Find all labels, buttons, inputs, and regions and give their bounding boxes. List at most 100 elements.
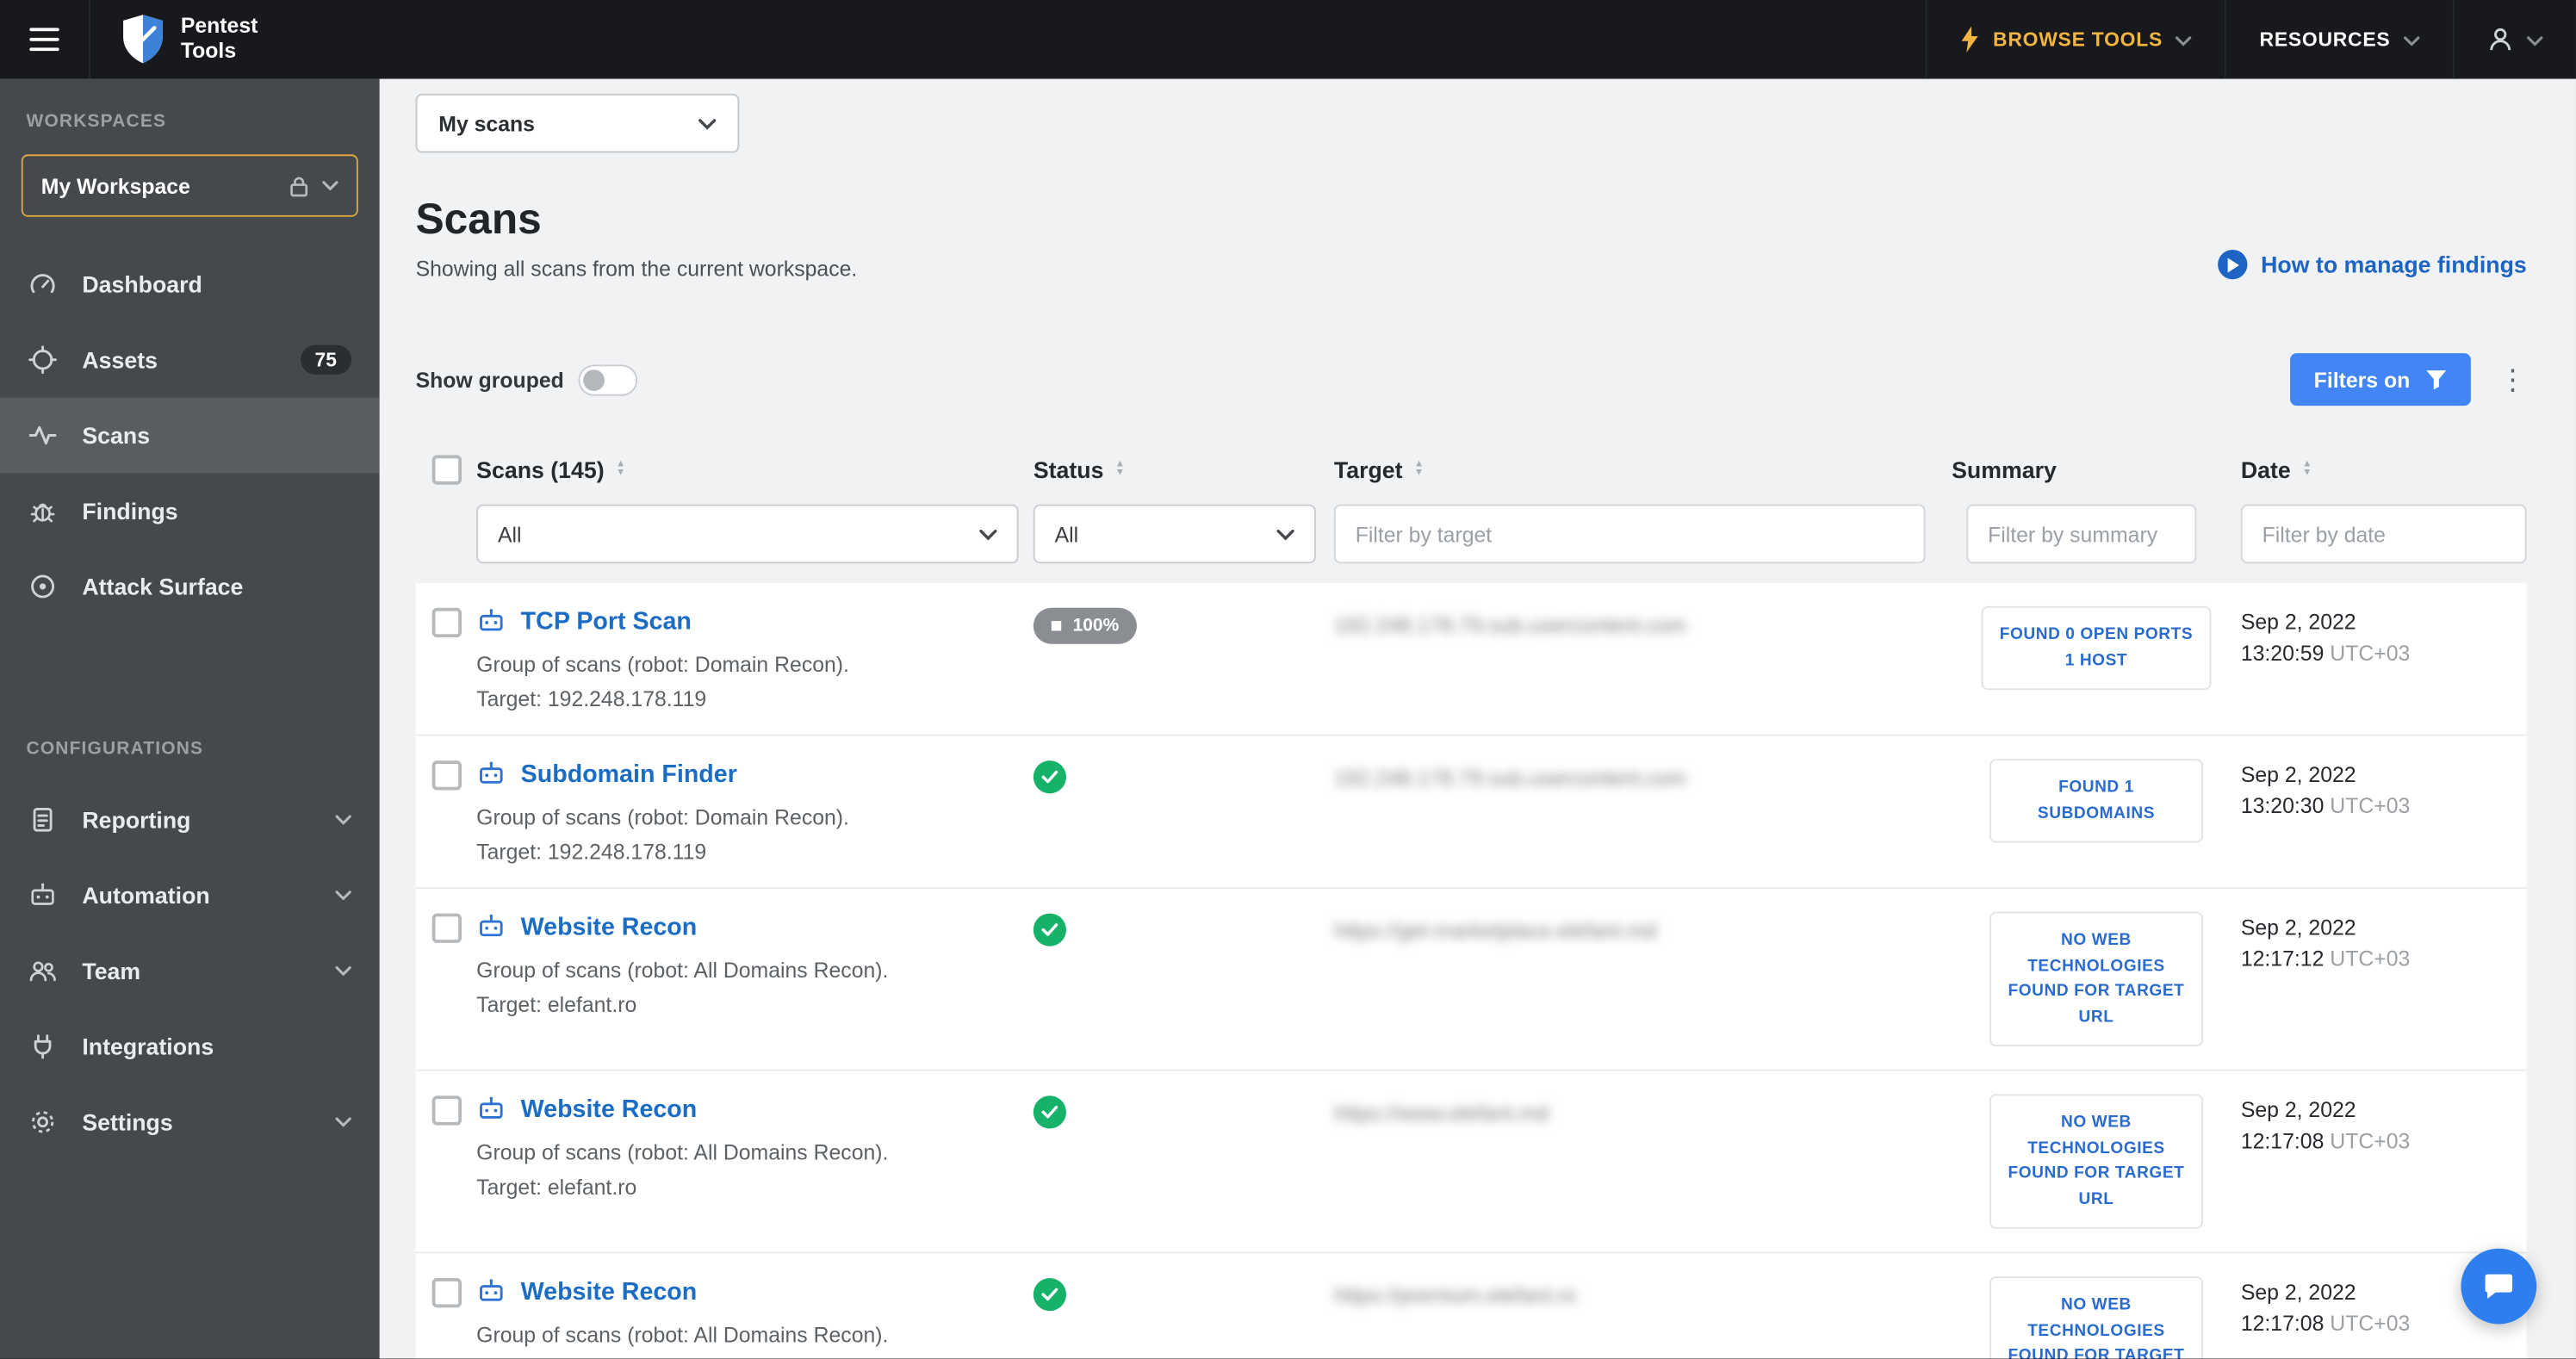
sidebar-item-label: Team (82, 958, 141, 984)
scan-cell: Subdomain Finder Group of scans (robot: … (476, 759, 1034, 864)
scan-name-link[interactable]: Website Recon (521, 1277, 698, 1305)
scan-table-row: Website Recon Group of scans (robot: All… (415, 888, 2527, 1071)
row-checkbox[interactable] (431, 760, 462, 791)
chevron-down-icon (322, 181, 338, 191)
scan-group-robot-icon (476, 606, 506, 636)
sort-icon[interactable]: ▲ ▼ (1115, 460, 1125, 478)
show-grouped-toggle[interactable] (578, 363, 638, 395)
sidebar-item-attack-surface[interactable]: Attack Surface (0, 549, 380, 624)
configurations-section-label: CONFIGURATIONS (26, 739, 204, 760)
dashboard-gauge-icon (28, 270, 57, 299)
summary-cell: NO WEB TECHNOLOGIES FOUND FOR TARGET URL (1952, 1276, 2241, 1359)
status-cell (1033, 1094, 1334, 1129)
page-header: Scans Showing all scans from the current… (416, 194, 2527, 281)
scan-timezone: UTC+03 (2330, 1310, 2411, 1336)
workspace-selector[interactable]: My Workspace (21, 154, 358, 217)
summary-chip[interactable]: FOUND 0 OPEN PORTS 1 HOST (1981, 605, 2212, 691)
sidebar-item-label: Scans (82, 422, 151, 449)
summary-chip[interactable]: NO WEB TECHNOLOGIES FOUND FOR TARGET URL (1989, 1094, 2203, 1229)
sidebar-item-integrations[interactable]: Integrations (0, 1008, 380, 1084)
help-link-label: How to manage findings (2261, 251, 2527, 278)
sidebar-item-label: Settings (82, 1108, 173, 1136)
scan-target-line: Target: elefant.ro (476, 1174, 637, 1200)
scan-time: 12:17:08 (2240, 1310, 2325, 1336)
browse-tools-menu[interactable]: BROWSE TOOLS (1925, 0, 2225, 79)
plug-icon (28, 1032, 57, 1061)
column-header-target: Target ▲ ▼ (1333, 456, 1425, 483)
target-cell: https://get-marketplace.elefant.md (1334, 912, 1952, 943)
row-checkbox[interactable] (431, 1278, 462, 1308)
scan-name-link[interactable]: Website Recon (521, 913, 698, 940)
sidebar-item-automation[interactable]: Automation (0, 858, 380, 934)
chat-bubble-icon (2480, 1269, 2517, 1305)
logo-text: Pentest Tools (180, 13, 258, 63)
resources-menu[interactable]: RESOURCES (2225, 0, 2452, 79)
scan-timezone: UTC+03 (2330, 793, 2411, 818)
sidebar-item-findings[interactable]: Findings (0, 473, 380, 549)
summary-chip[interactable]: NO WEB TECHNOLOGIES FOUND FOR TARGET URL (1989, 911, 2203, 1047)
scan-type-filter-value: All (497, 521, 522, 547)
how-to-manage-findings-link[interactable]: How to manage findings (2218, 249, 2527, 280)
chat-support-button[interactable] (2461, 1248, 2537, 1325)
shield-logo-icon (120, 13, 165, 65)
scan-type-filter-select[interactable]: All (476, 504, 1019, 564)
row-checkbox[interactable] (431, 607, 462, 638)
blurred-target: 192.248.178.79.sub.usercontent.com (1333, 612, 1687, 638)
scan-table-row: Subdomain Finder Group of scans (robot: … (415, 735, 2527, 889)
sidebar-item-scans[interactable]: Scans (0, 397, 380, 474)
chevron-down-icon (1276, 528, 1294, 540)
table-header-row: Scans (145) ▲ ▼ Status ▲ ▼ Target ▲ ▼ Summa… (416, 442, 2527, 498)
column-header-date: Date ▲ ▼ (2240, 456, 2312, 483)
account-menu[interactable] (2452, 0, 2576, 79)
scan-scope-select[interactable]: My scans (415, 93, 740, 153)
scan-name-link[interactable]: Website Recon (521, 1095, 698, 1122)
scan-name-link[interactable]: Subdomain Finder (521, 760, 737, 787)
report-document-icon (28, 805, 57, 835)
scan-cell: Website Recon Group of scans (robot: All… (476, 1094, 1034, 1199)
sidebar-item-assets[interactable]: Assets 75 (0, 322, 380, 398)
scan-date: Sep 2, 2022 (2240, 762, 2356, 787)
scan-name-link[interactable]: TCP Port Scan (521, 607, 692, 635)
sort-icon[interactable]: ▲ ▼ (1414, 460, 1424, 478)
summary-chip[interactable]: NO WEB TECHNOLOGIES FOUND FOR TARGET URL (1989, 1276, 2203, 1359)
summary-filter-input[interactable] (1966, 504, 2197, 564)
workspace-name: My Workspace (40, 173, 190, 198)
resources-label: RESOURCES (2259, 28, 2391, 52)
sidebar-item-team[interactable]: Team (0, 933, 380, 1008)
target-cell: 192.248.178.79.sub.usercontent.com (1334, 759, 1952, 791)
pentest-tools-logo[interactable]: Pentest Tools (90, 0, 288, 79)
sidebar-item-dashboard[interactable]: Dashboard (0, 246, 380, 322)
summary-chip[interactable]: FOUND 1 SUBDOMAINS (1989, 759, 2203, 843)
filters-on-button[interactable]: Filters on (2290, 353, 2471, 406)
status-filter-select[interactable]: All (1033, 504, 1316, 564)
sidebar-item-label: Automation (82, 882, 210, 909)
assets-count-badge: 75 (300, 344, 352, 375)
date-filter-input[interactable] (2240, 504, 2527, 564)
target-filter-input[interactable] (1333, 504, 1926, 564)
scan-description: Group of scans (robot: All Domains Recon… (476, 958, 889, 983)
row-checkbox[interactable] (431, 1095, 462, 1126)
select-all-checkbox[interactable] (431, 455, 462, 485)
lock-icon (289, 175, 309, 196)
workspaces-section-label: WORKSPACES (26, 111, 167, 132)
scan-date: Sep 2, 2022 (2240, 1097, 2356, 1122)
column-header-summary: Summary (1952, 456, 2057, 483)
sidebar-item-settings[interactable]: Settings (0, 1084, 380, 1160)
sidebar-item-reporting[interactable]: Reporting (0, 782, 380, 858)
sort-icon[interactable]: ▲ ▼ (2302, 460, 2312, 478)
radar-target-icon (28, 572, 57, 601)
target-cell: 192.248.178.79.sub.usercontent.com (1334, 606, 1952, 637)
hamburger-menu-button[interactable] (0, 0, 90, 79)
sidebar-item-label: Dashboard (82, 270, 202, 298)
row-checkbox[interactable] (431, 913, 462, 943)
date-cell: Sep 2, 2022 12:17:08 UTC+03 (2241, 1094, 2527, 1157)
chevron-down-icon (2404, 28, 2420, 51)
browse-tools-label: BROWSE TOOLS (1993, 28, 2163, 52)
sort-icon[interactable]: ▲ ▼ (616, 460, 625, 478)
toolbar: Show grouped Filters on ⋮ (416, 353, 2527, 406)
page-subtitle: Showing all scans from the current works… (415, 256, 858, 282)
scan-timezone: UTC+03 (2330, 640, 2411, 666)
scan-target-line: Target: elefant.ro (476, 992, 637, 1017)
status-cell: 100% (1033, 606, 1334, 644)
more-options-kebab-menu[interactable]: ⋮ (2498, 365, 2526, 393)
